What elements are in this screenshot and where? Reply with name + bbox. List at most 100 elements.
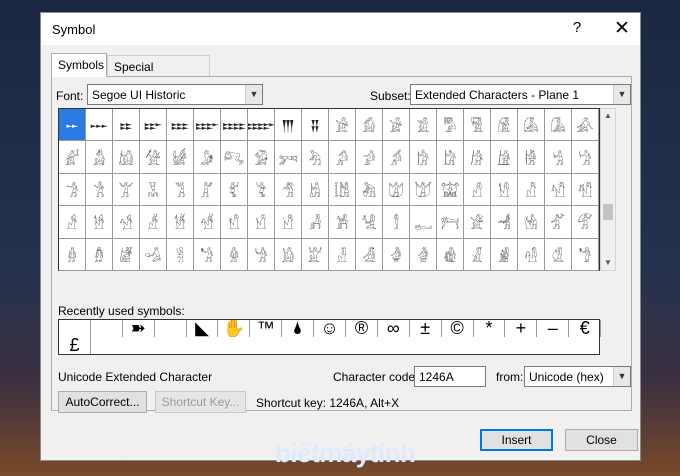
symbol-grid-scrollbar[interactable]: ▲ ▼ (600, 108, 616, 271)
symbol-cell[interactable]: 𓀆 (491, 109, 518, 142)
symbol-cell[interactable]: 𒐉 (302, 109, 329, 142)
recent-symbol-cell[interactable]: ✋ (218, 320, 251, 337)
symbol-grid[interactable]: 𒐀𒐁𒐂𒐃𒐄𒐅𒐆𒐇𒐈𒐉𓀀𓀁𓀂𓀃𓀄𓀅𓀆𓀇𓀈𓀉 𓀊𓀋𓀌𓀍𓀎𓀏𓀐𓀑𓀒𓀓𓀔𓀕𓀖𓀗𓀘𓀙𓀚𓀛𓀜𓀝… (58, 108, 600, 271)
recent-symbol-cell[interactable]: © (442, 320, 474, 337)
symbol-cell[interactable]: 𓀁 (356, 109, 383, 142)
symbol-cell[interactable]: 𓁂 (491, 206, 518, 239)
close-button[interactable]: Close (565, 429, 638, 451)
scroll-up-icon[interactable]: ▲ (601, 109, 615, 123)
symbol-cell[interactable]: 𓀧 (302, 173, 329, 207)
symbol-cell[interactable]: 𓁎 (275, 238, 302, 271)
recent-symbol-cell[interactable]: 🌢 (282, 320, 315, 337)
symbol-cell[interactable]: 𓀡 (140, 173, 167, 207)
symbol-cell[interactable]: 𓁆 (59, 238, 86, 271)
symbol-cell[interactable]: 𓀭 (464, 173, 491, 207)
recent-symbol-cell[interactable] (59, 320, 91, 337)
symbol-cell[interactable]: 𓁀 (437, 206, 464, 239)
symbol-cell[interactable]: 𓀕 (356, 141, 383, 174)
symbol-cell[interactable]: 𓀒 (275, 141, 302, 174)
symbol-cell[interactable]: 𓀤 (221, 173, 248, 207)
symbol-cell[interactable]: 𓁙 (572, 238, 599, 271)
symbol-cell[interactable]: 𓀜 (545, 141, 572, 174)
symbol-cell[interactable]: 𓀮 (491, 173, 518, 207)
symbol-cell[interactable]: 𓁔 (437, 238, 464, 271)
tab-special-characters[interactable]: Special Characters (107, 55, 210, 96)
symbol-cell[interactable]: 𒐀 (59, 109, 86, 142)
symbol-cell[interactable]: 𓁉 (140, 238, 167, 271)
symbol-cell[interactable]: 𓀟 (86, 173, 113, 207)
symbol-cell[interactable]: 𓁃 (518, 206, 545, 239)
symbol-cell[interactable]: 𓀏 (194, 141, 221, 174)
recent-symbol-cell[interactable]: ± (410, 320, 442, 337)
symbol-cell[interactable]: 𓀹 (248, 206, 275, 239)
chevron-down-icon[interactable]: ▼ (245, 85, 262, 104)
symbol-cell[interactable]: 𓀦 (275, 173, 302, 207)
symbol-cell[interactable]: 𓀃 (410, 109, 437, 142)
symbol-cell[interactable]: 𓀵 (140, 206, 167, 239)
symbol-cell[interactable]: 𒐂 (113, 109, 140, 142)
recent-symbol-cell[interactable]: ➽ (123, 320, 155, 337)
scroll-down-icon[interactable]: ▼ (601, 256, 615, 270)
recent-symbol-cell[interactable]: – (537, 320, 570, 337)
symbol-cell[interactable]: 𓀋 (86, 141, 113, 174)
recent-symbol-cell[interactable]: ™ (250, 320, 283, 337)
chevron-down-icon[interactable]: ▼ (613, 85, 630, 104)
symbol-cell[interactable]: 𓀍 (140, 141, 167, 174)
symbol-cell[interactable]: 𓁍 (248, 238, 275, 271)
symbol-cell[interactable]: 𒐈 (275, 109, 302, 142)
symbol-cell[interactable]: 𓀲 (59, 206, 86, 239)
symbol-cell[interactable]: 𓀄 (437, 109, 464, 142)
symbol-cell[interactable]: 𓀀 (329, 109, 356, 142)
symbol-cell[interactable]: 𒐃 (140, 109, 167, 142)
character-code-input[interactable] (415, 367, 485, 386)
scroll-thumb[interactable] (603, 204, 613, 220)
symbol-cell[interactable]: 𓀷 (194, 206, 221, 239)
symbol-cell[interactable]: 𓀫 (410, 173, 437, 207)
symbol-cell[interactable]: 𓁕 (464, 238, 491, 271)
tab-symbols[interactable]: Symbols (51, 53, 107, 77)
symbol-cell[interactable]: 𓁏 (302, 238, 329, 271)
symbol-cell[interactable]: 𓁊 (167, 238, 194, 271)
close-window-button[interactable]: ✕ (609, 17, 635, 40)
symbol-cell[interactable]: 𓀱 (572, 173, 599, 207)
symbol-cell[interactable]: 𓀝 (572, 141, 599, 174)
symbol-cell[interactable]: 𓀑 (248, 141, 275, 174)
symbol-cell[interactable]: 𒐄 (167, 109, 194, 142)
subset-select[interactable]: Extended Characters - Plane 1 ▼ (410, 84, 631, 105)
symbol-cell[interactable]: 𓀗 (410, 141, 437, 174)
font-select[interactable]: Segoe UI Historic ▼ (87, 84, 263, 105)
recent-symbol-cell[interactable]: ∞ (378, 320, 410, 337)
symbol-cell[interactable]: 𓁐 (329, 238, 356, 271)
symbol-cell[interactable]: 𓀔 (329, 141, 356, 174)
recent-symbol-cell[interactable]: + (505, 320, 538, 337)
symbol-cell[interactable]: 𓀐 (221, 141, 248, 174)
symbol-cell[interactable]: 𓁋 (194, 238, 221, 271)
symbol-cell[interactable]: 𓀸 (221, 206, 248, 239)
symbol-cell[interactable]: 𓀇 (518, 109, 545, 142)
symbol-cell[interactable]: 𓁖 (491, 238, 518, 271)
symbol-cell[interactable]: 𓀎 (167, 141, 194, 174)
symbol-cell[interactable]: 𓀊 (59, 141, 86, 174)
symbol-cell[interactable]: 𓀈 (545, 109, 572, 142)
symbol-cell[interactable]: 𓀥 (248, 173, 275, 207)
shortcut-key-button[interactable]: Shortcut Key... (155, 391, 246, 413)
symbol-cell[interactable]: 𓁁 (464, 206, 491, 239)
symbol-cell[interactable]: 𓀙 (464, 141, 491, 174)
symbol-cell[interactable]: 𓀻 (302, 206, 329, 239)
symbol-cell[interactable]: 𒐆 (221, 109, 248, 142)
symbol-cell[interactable]: 𓀴 (113, 206, 140, 239)
recent-symbol-cell[interactable]: ◣ (187, 320, 219, 337)
symbol-cell[interactable]: 𓀳 (86, 206, 113, 239)
symbol-cell[interactable]: 𓀠 (113, 173, 140, 207)
symbol-cell[interactable]: 𓀰 (545, 173, 572, 207)
recent-symbol-cell[interactable] (91, 320, 123, 337)
symbol-cell[interactable]: 𓀅 (464, 109, 491, 142)
symbol-cell[interactable]: 𓀚 (491, 141, 518, 174)
symbol-cell[interactable]: 𓁇 (86, 238, 113, 271)
recent-symbol-cell[interactable]: € (569, 320, 602, 337)
symbol-cell[interactable]: 𓀛 (518, 141, 545, 174)
symbol-cell[interactable]: 𓀉 (572, 109, 599, 142)
symbol-cell[interactable]: 𓀌 (113, 141, 140, 174)
symbol-cell[interactable]: 𓀩 (356, 173, 383, 207)
symbol-cell[interactable]: 𓀂 (383, 109, 410, 142)
